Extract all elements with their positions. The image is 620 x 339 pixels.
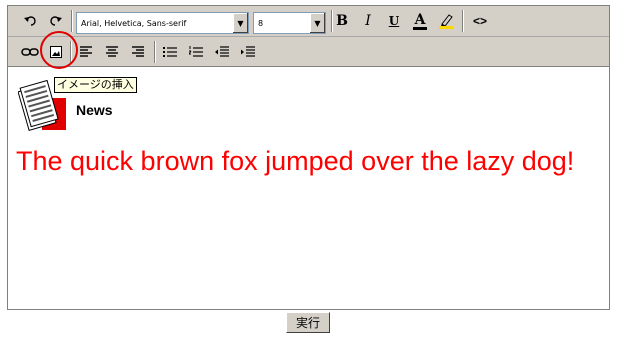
highlight-icon[interactable] [435,10,457,32]
font-size-value: 8 [258,18,264,28]
align-right-icon[interactable] [127,41,149,63]
highlight-bar [439,25,453,29]
toolbar-separator [462,10,464,32]
font-size-select[interactable]: 8 ▼ [253,12,326,34]
toolbar-top: Arial, Helvetica, Sans-serif ▼ 8 ▼ B I U… [8,6,609,37]
italic-icon[interactable]: I [357,10,379,32]
toolbar-separator [71,10,73,32]
chevron-down-icon[interactable]: ▼ [232,13,248,33]
indent-icon[interactable] [237,41,259,63]
font-color-label: A [414,11,426,28]
numbered-list-icon[interactable] [185,41,207,63]
toolbar-bottom [8,37,609,67]
link-icon[interactable] [19,41,41,63]
insert-image-tooltip: イメージの挿入 [54,77,137,93]
chevron-down-icon[interactable]: ▼ [309,13,325,33]
align-left-icon[interactable] [75,41,97,63]
redo-icon[interactable] [44,10,66,32]
align-center-icon[interactable] [101,41,123,63]
news-logo-label: News [76,102,113,118]
bulleted-list-icon[interactable] [159,41,181,63]
editor-body-text: The quick brown fox jumped over the lazy… [16,146,575,176]
underline-icon[interactable]: U [383,10,405,32]
outdent-icon[interactable] [211,41,233,63]
font-color-icon[interactable]: A [409,10,431,32]
submit-button[interactable]: 実行 [286,312,330,333]
font-color-bar [413,26,427,30]
font-family-value: Arial, Helvetica, Sans-serif [81,18,187,28]
source-icon[interactable]: <> [467,10,493,32]
undo-icon[interactable] [20,10,42,32]
highlight-circle [40,31,78,69]
toolbar-separator [154,41,156,63]
bold-icon[interactable]: B [331,10,353,32]
font-family-select[interactable]: Arial, Helvetica, Sans-serif ▼ [76,12,249,34]
